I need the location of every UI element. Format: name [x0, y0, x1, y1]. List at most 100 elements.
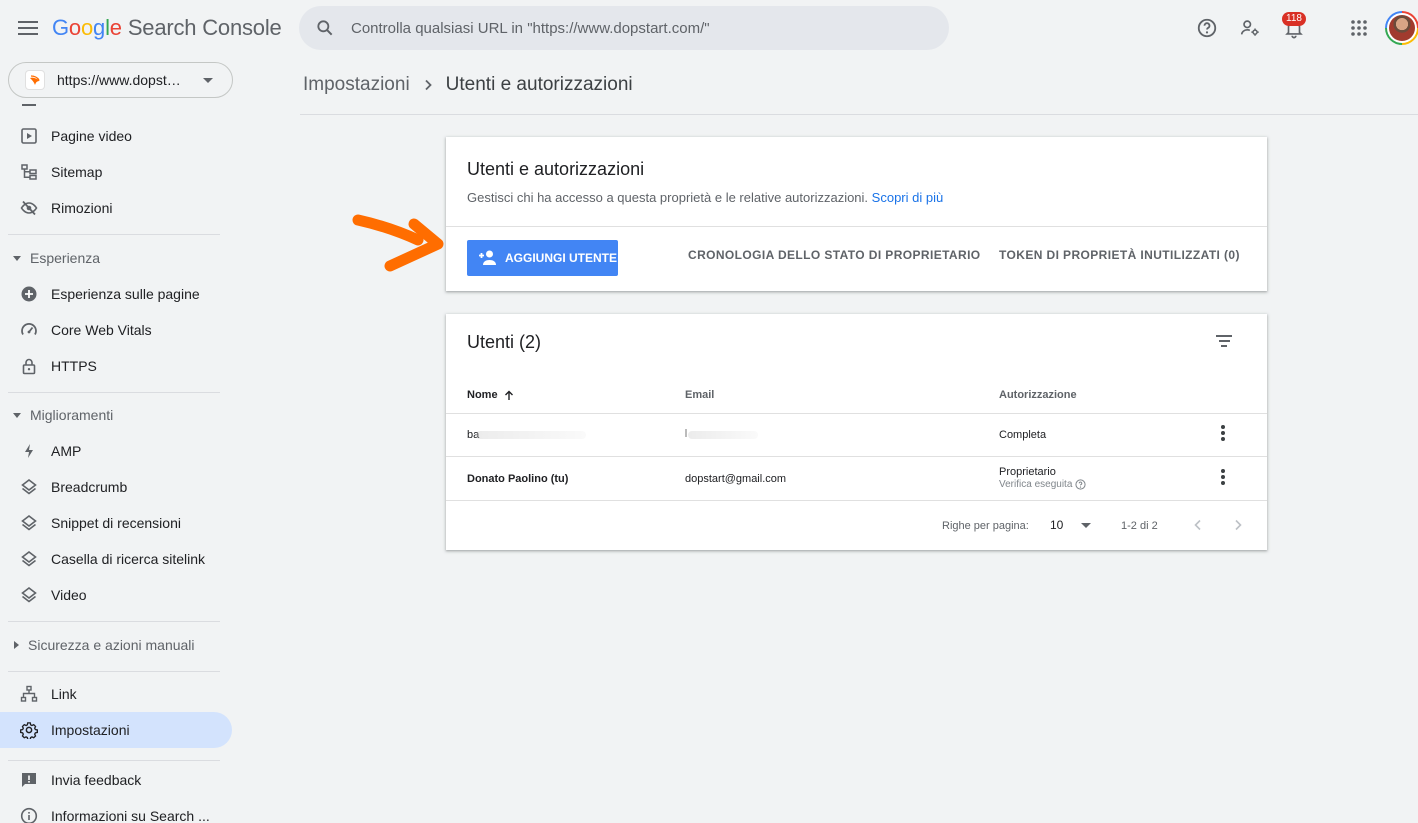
header-divider [300, 114, 1418, 115]
card-title: Utenti e autorizzazioni [467, 159, 645, 179]
bolt-icon [19, 441, 39, 461]
row-more-options-icon[interactable] [1218, 424, 1228, 442]
sidebar-item-https[interactable]: HTTPS [0, 348, 232, 384]
collapse-triangle-icon [14, 641, 19, 649]
sidebar-divider [8, 760, 220, 761]
description-text: Gestisci chi ha accesso a questa proprie… [467, 190, 869, 205]
layers-icon [19, 513, 39, 533]
manage-users-icon[interactable] [1236, 14, 1264, 42]
sidebar-item-review-snippets[interactable]: Snippet di recensioni [0, 505, 232, 541]
rows-per-page-select[interactable]: 10 [1050, 518, 1092, 532]
sidebar-item-label: Video [51, 587, 87, 603]
property-url: https://www.dopstart.com/ [57, 72, 187, 88]
permissions-card: Utenti e autorizzazioni Gestisci chi ha … [446, 137, 1267, 291]
sidebar-nav: Pagine video Sitemap Rimozioni Esperienz… [0, 104, 240, 823]
layers-icon [19, 477, 39, 497]
search-console-logo[interactable]: Google Search Console [52, 15, 282, 41]
layers-icon [19, 549, 39, 569]
table-row-divider [446, 500, 1267, 501]
chevron-down-icon [1081, 522, 1092, 528]
sidebar-item-page-experience[interactable]: Esperienza sulle pagine [0, 276, 232, 312]
previous-page-icon[interactable] [1190, 517, 1206, 533]
sidebar-item-video[interactable]: Video [0, 577, 232, 613]
next-page-icon[interactable] [1230, 517, 1246, 533]
add-user-button[interactable]: AGGIUNGI UTENTE [467, 240, 618, 276]
user-email: dopstart@gmail.com [685, 473, 787, 485]
rows-per-page-label: Righe per pagina: [942, 520, 1029, 532]
sidebar-item-label: Breadcrumb [51, 479, 128, 495]
sidebar-item-core-web-vitals[interactable]: Core Web Vitals [0, 312, 232, 348]
breadcrumb-current: Utenti e autorizzazioni [445, 74, 633, 95]
sidebar-divider [8, 392, 220, 393]
sidebar-item-label: Rimozioni [51, 200, 113, 216]
sidebar-item-video-pages[interactable]: Pagine video [0, 118, 232, 154]
sidebar-divider [8, 234, 220, 235]
sidebar-section-enhancements[interactable]: Miglioramenti [0, 399, 232, 431]
sidebar-item-removals[interactable]: Rimozioni [0, 190, 232, 226]
sidebar-item-label: Impostazioni [51, 722, 130, 738]
user-permission: Proprietario [999, 466, 1056, 478]
logo-product-name: Search Console [127, 15, 282, 40]
sidebar-item-label: HTTPS [51, 358, 97, 374]
top-bar: GoogleSearch Console 118 [0, 0, 1418, 56]
sidebar-item-label: AMP [51, 443, 82, 459]
column-header-label: Nome [467, 389, 498, 401]
sidebar-item-label: Informazioni su Search ... [51, 808, 210, 823]
removals-icon [19, 198, 39, 218]
column-header-permission[interactable]: Autorizzazione [999, 389, 1077, 401]
add-user-label: AGGIUNGI UTENTE [505, 251, 618, 265]
breadcrumb-parent[interactable]: Impostazioni [303, 74, 410, 96]
sidebar-item-breadcrumb[interactable]: Breadcrumb [0, 469, 232, 505]
verification-status: Verifica eseguita [999, 479, 1086, 490]
sidebar-item-send-feedback[interactable]: Invia feedback [0, 762, 232, 798]
sidebar-section-experience[interactable]: Esperienza [0, 242, 232, 274]
sidebar-item-settings[interactable]: Impostazioni [0, 712, 232, 748]
info-icon [19, 806, 39, 823]
logo-letter: G [52, 15, 69, 40]
sidebar-divider [8, 621, 220, 622]
sidebar-item-label: Core Web Vitals [51, 322, 152, 338]
breadcrumb: Impostazioni Utenti e autorizzazioni [303, 74, 633, 96]
property-selector[interactable]: https://www.dopstart.com/ [8, 62, 233, 98]
page-experience-icon [19, 284, 39, 304]
lock-icon [19, 356, 39, 376]
user-name: Donato Paolino (tu) [467, 473, 569, 485]
sidebar-item-sitemap[interactable]: Sitemap [0, 154, 232, 190]
sidebar-section-label: Esperienza [30, 250, 101, 266]
learn-more-link[interactable]: Scopri di più [872, 190, 944, 205]
pagination-range: 1-2 di 2 [1121, 520, 1158, 532]
account-avatar[interactable] [1385, 11, 1418, 45]
sidebar-section-security[interactable]: Sicurezza e azioni manuali [0, 629, 232, 661]
sidebar-item-sitelinks-searchbox[interactable]: Casella di ricerca sitelink [0, 541, 232, 577]
annotation-arrow-icon [352, 214, 444, 272]
column-header-name[interactable]: Nome [467, 389, 514, 401]
sidebar-item-links[interactable]: Link [0, 676, 232, 712]
help-icon[interactable] [1193, 14, 1221, 42]
video-page-icon [19, 126, 39, 146]
owner-history-button[interactable]: CRONOLOGIA DELLO STATO DI PROPRIETARIO [688, 248, 981, 262]
sidebar-item-about[interactable]: Informazioni su Search ... [0, 798, 232, 823]
expand-triangle-icon [13, 255, 21, 261]
filter-icon[interactable] [1212, 329, 1236, 353]
sidebar-divider [8, 671, 220, 672]
sidebar-item-amp[interactable]: AMP [0, 433, 232, 469]
table-row-divider [446, 413, 1267, 414]
redacted-email [685, 429, 687, 437]
row-more-options-icon[interactable] [1218, 468, 1228, 486]
sidebar-item-label: Pagine video [51, 128, 132, 144]
help-small-icon[interactable] [1075, 479, 1086, 490]
apps-grid-icon[interactable] [1345, 14, 1373, 42]
links-icon [19, 684, 39, 704]
users-table-card: Utenti (2) Nome Email Autorizzazione ba … [446, 314, 1267, 550]
truncated-nav-item-icon [22, 104, 36, 106]
card-description: Gestisci chi ha accesso a questa proprie… [467, 190, 943, 205]
search-input[interactable] [351, 19, 911, 37]
chevron-right-icon [422, 79, 434, 91]
verification-label: Verifica eseguita [999, 479, 1073, 490]
sort-arrow-up-icon [504, 390, 513, 400]
column-header-email[interactable]: Email [685, 389, 714, 401]
main-menu-icon[interactable] [16, 16, 40, 40]
url-inspection-search[interactable] [299, 6, 949, 50]
unused-tokens-button[interactable]: TOKEN DI PROPRIETÀ INUTILIZZATI (0) [999, 248, 1240, 262]
search-icon[interactable] [299, 18, 351, 38]
